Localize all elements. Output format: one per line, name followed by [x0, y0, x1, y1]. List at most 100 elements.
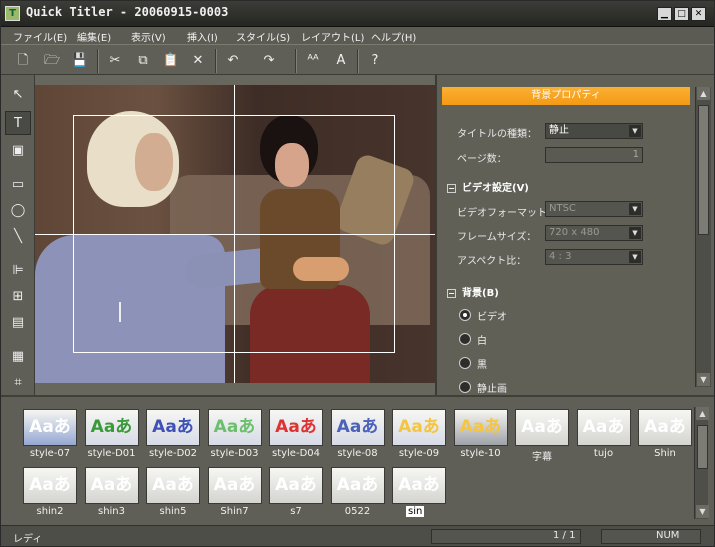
pointer-icon[interactable]: ↖ — [5, 83, 31, 107]
save-icon[interactable]: 💾 — [70, 51, 90, 71]
style-name[interactable]: tujo — [573, 448, 635, 459]
menu-edit[interactable]: 編集(E) — [77, 29, 111, 44]
chevron-down-icon[interactable]: ▼ — [629, 251, 641, 263]
scroll-down-icon[interactable]: ▼ — [696, 505, 709, 518]
style-name[interactable]: style-10 — [450, 448, 512, 459]
properties-scrollbar[interactable]: ▲ ▼ — [695, 87, 711, 387]
style-swatch[interactable]: Aaあ — [84, 467, 139, 504]
style-swatch[interactable]: Aaあ — [269, 409, 323, 446]
style-name[interactable]: style-D02 — [142, 448, 204, 459]
menu-style[interactable]: スタイル(S) — [236, 29, 290, 44]
scroll-thumb[interactable] — [698, 105, 709, 235]
chevron-down-icon[interactable]: ▼ — [629, 125, 641, 137]
paste-icon[interactable]: 📋 — [161, 51, 181, 71]
title-type-select[interactable]: 静止 ▼ — [545, 123, 643, 139]
safe-area-icon[interactable]: ⌗ — [5, 371, 31, 395]
title-bar[interactable]: T Quick Titler - 20060915-0003 ▁ □ ✕ — [1, 1, 714, 27]
style-name[interactable]: shin5 — [142, 506, 204, 517]
chevron-down-icon[interactable]: ▼ — [629, 203, 641, 215]
style-swatch[interactable]: Aaあ — [207, 409, 262, 446]
align-left-icon[interactable]: ⊫ — [5, 259, 31, 283]
radio-white[interactable] — [459, 333, 471, 345]
minimize-button[interactable]: ▁ — [657, 7, 672, 21]
scroll-thumb[interactable] — [697, 425, 708, 469]
page-count-field[interactable]: 1 — [545, 147, 643, 163]
menu-view[interactable]: 表示(V) — [131, 29, 166, 44]
redo-icon[interactable]: ↷ — [259, 51, 279, 71]
style-swatch[interactable]: Aaあ — [515, 409, 569, 446]
style-name[interactable]: style-08 — [327, 448, 389, 459]
style-swatch[interactable]: Aaあ — [146, 409, 200, 446]
layer-icon[interactable]: ▤ — [5, 311, 31, 335]
video-format-select[interactable]: NTSC ▼ — [545, 201, 643, 217]
toolbar-separator — [357, 49, 359, 73]
image-tool-icon[interactable]: ▣ — [5, 139, 31, 163]
style-swatch[interactable]: Aaあ — [453, 409, 508, 446]
radio-video[interactable] — [459, 309, 471, 321]
undo-icon[interactable]: ↶ — [223, 51, 243, 71]
chevron-down-icon[interactable]: ▼ — [629, 227, 641, 239]
collapse-icon[interactable]: − — [447, 184, 456, 193]
style-name[interactable]: shin3 — [81, 506, 143, 517]
text-tool-icon[interactable]: T — [5, 111, 31, 135]
style-name[interactable]: 字幕 — [511, 448, 573, 463]
radio-still[interactable] — [459, 381, 471, 393]
aspect-ratio-select[interactable]: 4 : 3 ▼ — [545, 249, 643, 265]
frame-size-select[interactable]: 720 x 480 ▼ — [545, 225, 643, 241]
style-swatch[interactable]: Aaあ — [392, 409, 446, 446]
app-window: T Quick Titler - 20060915-0003 ▁ □ ✕ ファイ… — [0, 0, 715, 547]
open-folder-icon[interactable]: 🗁 — [42, 51, 62, 71]
radio-black[interactable] — [459, 357, 471, 369]
style-name[interactable]: s7 — [265, 506, 327, 517]
style-scrollbar[interactable]: ▲ ▼ — [694, 407, 709, 519]
style-name[interactable]: style-09 — [388, 448, 450, 459]
style-name[interactable]: Shin — [634, 448, 696, 459]
copy-icon[interactable]: ⧉ — [133, 51, 153, 71]
style-swatch[interactable]: Aaあ — [207, 467, 262, 504]
scroll-up-icon[interactable]: ▲ — [696, 407, 709, 420]
background-section[interactable]: − 背景(B) — [447, 284, 499, 299]
style-swatch[interactable]: Aaあ — [576, 409, 631, 446]
style-name[interactable]: style-D03 — [204, 448, 266, 459]
help-icon[interactable]: ? — [365, 51, 385, 71]
collapse-icon[interactable]: − — [447, 289, 456, 298]
close-button[interactable]: ✕ — [691, 7, 706, 21]
style-swatch[interactable]: Aaあ — [84, 409, 139, 446]
style-name[interactable]: Shin7 — [204, 506, 266, 517]
style-swatch[interactable]: Aaあ — [392, 467, 446, 504]
menu-file[interactable]: ファイル(E) — [13, 29, 67, 44]
scroll-down-icon[interactable]: ▼ — [697, 373, 710, 386]
maximize-button[interactable]: □ — [674, 7, 689, 21]
delete-icon[interactable]: ✕ — [188, 51, 208, 71]
menu-layout[interactable]: レイアウト(L) — [301, 29, 364, 44]
style-swatch[interactable]: Aaあ — [23, 409, 77, 446]
new-file-icon[interactable]: 🗋 — [13, 51, 33, 71]
video-format-value: NTSC — [549, 203, 576, 214]
style-name[interactable]: 0522 — [327, 506, 389, 517]
cut-icon[interactable]: ✂ — [105, 51, 125, 71]
preview-canvas[interactable] — [35, 85, 435, 383]
style-swatch[interactable]: Aaあ — [269, 467, 323, 504]
grid-icon[interactable]: ▦ — [5, 345, 31, 369]
video-settings-section[interactable]: − ビデオ設定(V) — [447, 179, 529, 194]
text-effect-icon[interactable]: A — [331, 51, 351, 71]
line-tool-icon[interactable]: ╲ — [5, 225, 31, 249]
style-name[interactable]: shin2 — [19, 506, 81, 517]
style-swatch[interactable]: Aaあ — [330, 409, 385, 446]
text-style-icon[interactable]: ᴬᴬ — [303, 51, 323, 71]
scroll-up-icon[interactable]: ▲ — [697, 87, 710, 100]
style-swatch[interactable]: Aaあ — [330, 467, 385, 504]
style-name[interactable]: style-D01 — [81, 448, 143, 459]
style-name[interactable]: style-07 — [19, 448, 81, 459]
style-swatch[interactable]: Aaあ — [146, 467, 200, 504]
style-swatch[interactable]: Aaあ — [23, 467, 77, 504]
align-center-icon[interactable]: ⊞ — [5, 285, 31, 309]
menu-help[interactable]: ヘルプ(H) — [371, 29, 416, 44]
rectangle-tool-icon[interactable]: ▭ — [5, 173, 31, 197]
menu-insert[interactable]: 挿入(I) — [187, 29, 218, 44]
style-name[interactable]: style-D04 — [265, 448, 327, 459]
video-settings-title: ビデオ設定(V) — [462, 183, 529, 194]
style-name[interactable]: sin — [406, 506, 425, 517]
style-swatch[interactable]: Aaあ — [638, 409, 692, 446]
ellipse-tool-icon[interactable]: ◯ — [5, 199, 31, 223]
